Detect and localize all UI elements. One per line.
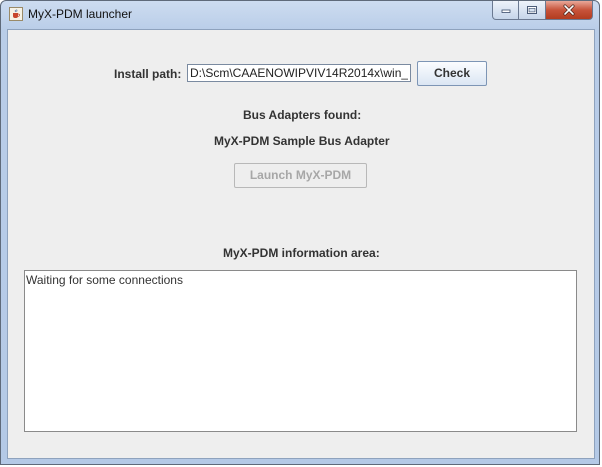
bus-adapter-item: MyX-PDM Sample Bus Adapter: [214, 134, 390, 148]
maximize-icon: [527, 6, 537, 14]
bus-adapters-heading: Bus Adapters found:: [243, 108, 362, 122]
install-path-input[interactable]: [187, 64, 411, 82]
info-text-area[interactable]: Waiting for some connections: [24, 270, 577, 432]
title-bar[interactable]: MyX-PDM launcher: [1, 1, 599, 29]
launch-button[interactable]: Launch MyX-PDM: [234, 163, 367, 188]
minimize-button[interactable]: [492, 1, 519, 20]
app-window: MyX-PDM launcher Install path: Check Bus…: [0, 0, 600, 465]
install-path-label: Install path:: [114, 67, 182, 81]
minimize-icon: [501, 9, 510, 13]
maximize-button[interactable]: [519, 1, 546, 20]
check-button[interactable]: Check: [417, 61, 487, 86]
info-area-heading: MyX-PDM information area:: [223, 246, 380, 260]
main-panel: Install path: Check Bus Adapters found: …: [7, 29, 595, 459]
close-button[interactable]: [546, 1, 593, 20]
close-icon: [563, 4, 575, 16]
java-cup-icon[interactable]: [9, 7, 23, 21]
window-title: MyX-PDM launcher: [28, 7, 133, 21]
